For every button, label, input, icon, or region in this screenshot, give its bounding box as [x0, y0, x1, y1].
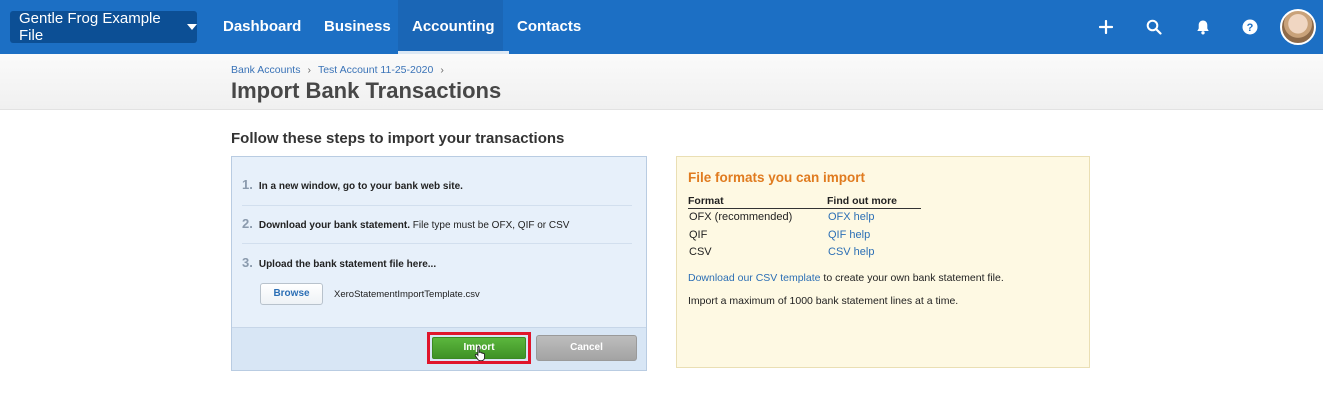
steps-heading: Follow these steps to import your transa…	[231, 130, 565, 147]
organization-switcher[interactable]: Gentle Frog Example File	[10, 10, 197, 44]
csv-template-line: Download our CSV template to create your…	[688, 272, 1004, 284]
import-steps-panel: 1. In a new window, go to your bank web s…	[231, 156, 647, 371]
plus-icon[interactable]	[1093, 14, 1119, 40]
page-header	[0, 54, 1323, 110]
max-lines-note: Import a maximum of 1000 bank statement …	[688, 295, 959, 307]
breadcrumb: Bank Accounts › Test Account 11-25-2020 …	[231, 64, 444, 76]
download-csv-template-link[interactable]: Download our CSV template	[688, 272, 821, 284]
csv-help-link[interactable]: CSV help	[828, 246, 874, 258]
step-3-text: Upload the bank statement file here...	[258, 259, 437, 270]
browse-button[interactable]: Browse	[260, 283, 323, 305]
table-header-rule	[688, 208, 921, 209]
format-csv: CSV	[689, 246, 712, 258]
format-ofx: OFX (recommended)	[689, 211, 793, 223]
breadcrumb-separator: ›	[440, 64, 444, 76]
top-nav: Gentle Frog Example File Dashboard Busin…	[0, 0, 1323, 54]
file-formats-title: File formats you can import	[688, 170, 866, 185]
hand-cursor-icon	[474, 345, 488, 362]
organization-name: Gentle Frog Example File	[19, 10, 161, 44]
ofx-help-link[interactable]: OFX help	[828, 211, 874, 223]
step-3: 3. Upload the bank statement file here...	[242, 255, 632, 270]
divider	[242, 205, 632, 206]
step-2: 2. Download your bank statement. File typ…	[242, 216, 632, 231]
format-column-header: Format	[688, 195, 724, 207]
csv-template-description: to create your own bank statement file.	[820, 272, 1004, 284]
step-number: 3.	[242, 255, 253, 270]
step-1-text: In a new window, go to your bank web sit…	[258, 181, 463, 192]
tab-contacts[interactable]: Contacts	[517, 0, 581, 54]
qif-help-link[interactable]: QIF help	[828, 229, 870, 241]
breadcrumb-test-account[interactable]: Test Account 11-25-2020	[318, 64, 433, 76]
cancel-button[interactable]: Cancel	[536, 335, 637, 361]
step-2-note: File type must be OFX, QIF or CSV	[409, 220, 570, 231]
step-2-text: Download your bank statement.	[258, 220, 410, 231]
breadcrumb-bank-accounts[interactable]: Bank Accounts	[231, 64, 300, 76]
chevron-down-icon	[187, 24, 197, 30]
breadcrumb-separator: ›	[307, 64, 311, 76]
divider	[242, 243, 632, 244]
format-qif: QIF	[689, 229, 708, 241]
svg-text:?: ?	[1247, 22, 1254, 34]
step-number: 1.	[242, 177, 253, 192]
step-1: 1. In a new window, go to your bank web s…	[242, 177, 632, 192]
find-out-more-column-header: Find out more	[827, 195, 897, 207]
bell-icon[interactable]	[1190, 14, 1216, 40]
page-title: Import Bank Transactions	[231, 78, 502, 103]
search-icon[interactable]	[1141, 14, 1167, 40]
step-number: 2.	[242, 216, 253, 231]
file-formats-panel: File formats you can import Format Find …	[676, 156, 1090, 368]
tab-business[interactable]: Business	[324, 0, 391, 54]
help-icon[interactable]: ?	[1237, 14, 1263, 40]
tab-dashboard[interactable]: Dashboard	[223, 0, 301, 54]
avatar[interactable]	[1280, 9, 1316, 45]
selected-file-name: XeroStatementImportTemplate.csv	[334, 289, 480, 300]
tab-accounting[interactable]: Accounting	[398, 0, 508, 54]
